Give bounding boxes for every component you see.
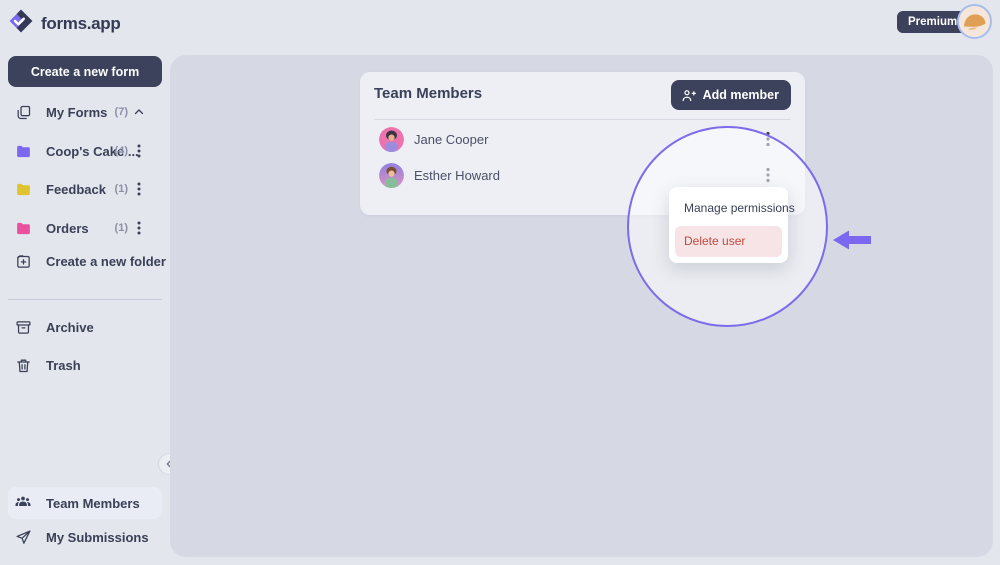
folder-label: Orders <box>46 221 89 236</box>
my-forms-label: My Forms <box>46 105 107 120</box>
member-name: Jane Cooper <box>414 132 488 147</box>
kebab-menu-icon[interactable] <box>132 144 146 158</box>
sidebar-item-my-forms[interactable]: My Forms (7) <box>8 101 162 123</box>
logo-icon <box>8 8 34 39</box>
card-title: Team Members <box>374 85 482 102</box>
sidebar-divider <box>8 299 162 300</box>
sidebar-item-create-folder[interactable]: Create a new folder <box>8 250 162 272</box>
archive-label: Archive <box>46 320 94 335</box>
menu-item-manage-permissions[interactable]: Manage permissions <box>675 193 782 224</box>
sidebar-item-archive[interactable]: Archive <box>8 316 162 338</box>
stacked-forms-icon <box>14 103 32 121</box>
create-form-button[interactable]: Create a new form <box>8 56 162 87</box>
card-divider <box>374 119 791 120</box>
sidebar-item-folder-feedback[interactable]: Feedback (1) <box>8 178 162 200</box>
add-member-button[interactable]: Add member <box>671 80 791 110</box>
avatar-illustration <box>959 6 990 37</box>
main-content-panel: Team Members Add member Jane Cooper <box>170 55 993 557</box>
member-avatar <box>379 163 404 188</box>
my-forms-count: (7) <box>115 106 128 118</box>
kebab-menu-icon[interactable] <box>132 221 146 235</box>
member-avatar <box>379 127 404 152</box>
create-folder-label: Create a new folder <box>46 254 166 269</box>
folder-label: Feedback <box>46 182 106 197</box>
folder-count: (1) <box>115 222 128 234</box>
sidebar-item-folder-orders[interactable]: Orders (1) <box>8 217 162 239</box>
user-avatar[interactable] <box>957 4 992 39</box>
add-member-label: Add member <box>703 88 779 102</box>
logo-text: forms.app <box>41 14 120 34</box>
menu-item-delete-user[interactable]: Delete user <box>675 226 782 257</box>
sidebar-item-folder-coops-cake[interactable]: Coop's Cake ... (4) <box>8 140 162 162</box>
user-plus-icon <box>681 88 696 103</box>
paper-plane-icon <box>14 528 32 546</box>
app-logo[interactable]: forms.app <box>8 8 120 39</box>
row-context-menu: Manage permissions Delete user <box>669 187 788 263</box>
trash-icon <box>14 356 32 374</box>
member-name: Esther Howard <box>414 168 500 183</box>
users-group-icon <box>14 494 32 512</box>
chevron-up-icon[interactable] <box>132 105 146 119</box>
kebab-menu-icon[interactable] <box>132 182 146 196</box>
folder-plus-icon <box>14 252 32 270</box>
folder-count: (1) <box>115 183 128 195</box>
folder-icon <box>14 142 32 160</box>
trash-label: Trash <box>46 358 81 373</box>
archive-icon <box>14 318 32 336</box>
sidebar-item-team-members[interactable]: Team Members <box>8 487 162 519</box>
folder-icon <box>14 180 32 198</box>
sidebar-item-my-submissions[interactable]: My Submissions <box>8 526 162 548</box>
arrow-left-icon <box>833 229 871 251</box>
folder-count: (4) <box>115 145 128 157</box>
create-form-label: Create a new form <box>31 65 139 79</box>
folder-icon <box>14 219 32 237</box>
team-members-label: Team Members <box>46 496 140 511</box>
my-submissions-label: My Submissions <box>46 530 149 545</box>
premium-label: Premium <box>908 16 957 28</box>
sidebar-item-trash[interactable]: Trash <box>8 354 162 376</box>
